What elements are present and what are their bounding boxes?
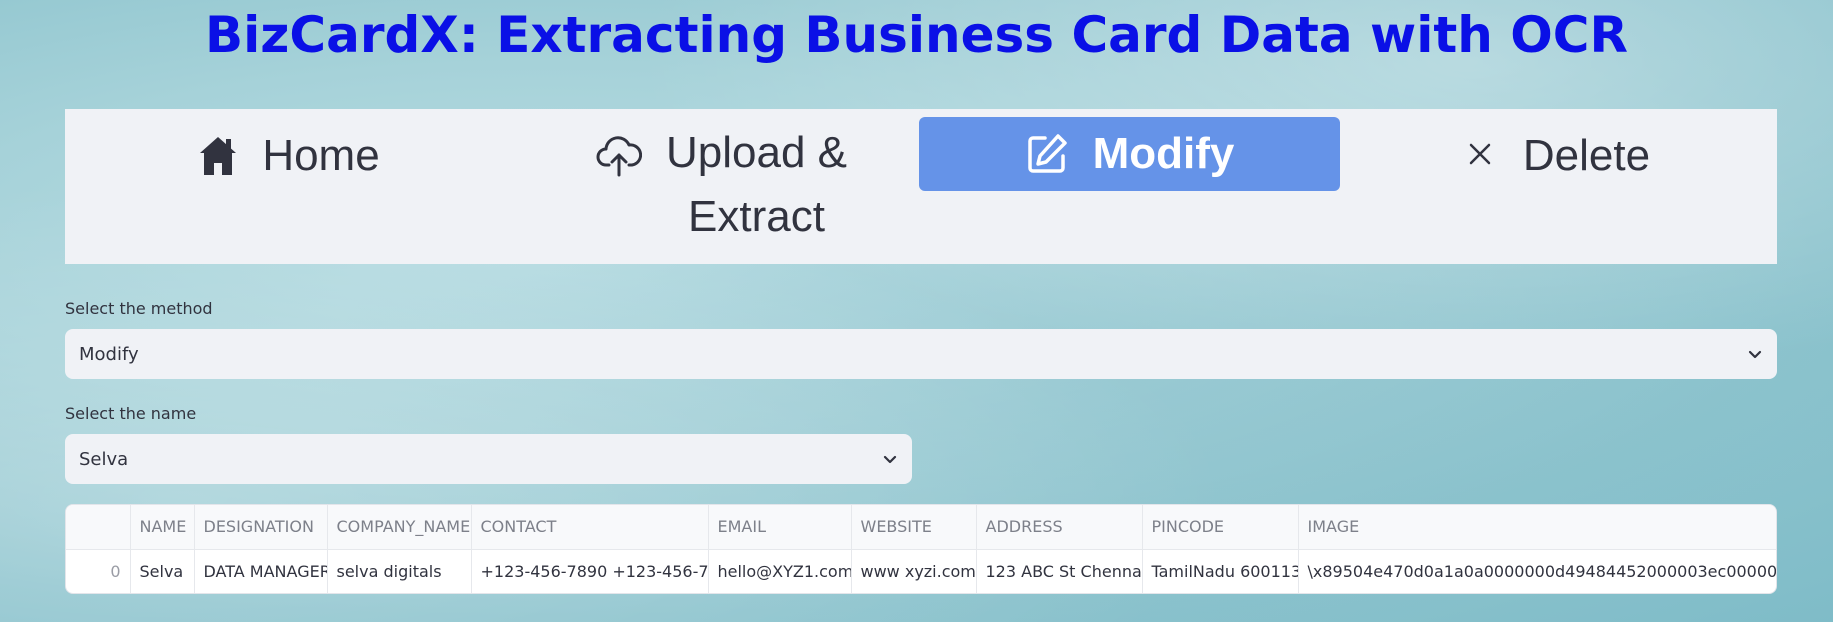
method-select[interactable]: Modify	[65, 329, 1777, 379]
nav-item-label-line2: Extract	[688, 192, 825, 241]
method-select-label: Select the method	[65, 299, 213, 318]
home-icon	[198, 135, 238, 177]
column-header-index[interactable]	[66, 505, 131, 550]
edit-icon	[1025, 132, 1069, 176]
cell-image[interactable]: \x89504e470d0a1a0a0000000d49484452000003…	[1298, 549, 1776, 593]
nav-item-home[interactable]: Home	[65, 131, 513, 211]
cell-address[interactable]: 123 ABC St Chennai	[976, 549, 1143, 593]
column-header-designation[interactable]: DESIGNATION	[194, 505, 328, 550]
nav-item-label: Home	[262, 131, 380, 180]
cell-name[interactable]: Selva	[130, 549, 195, 593]
column-header-email[interactable]: EMAIL	[708, 505, 852, 550]
nav-item-label: Delete	[1522, 131, 1651, 180]
nav-item-delete[interactable]: Delete	[1340, 131, 1777, 211]
cell-designation[interactable]: DATA MANAGER	[194, 549, 328, 593]
column-header-company-name[interactable]: COMPANY_NAME	[327, 505, 472, 550]
column-header-contact[interactable]: CONTACT	[471, 505, 709, 550]
table-header-row: NAME DESIGNATION COMPANY_NAME CONTACT EM…	[66, 505, 1776, 550]
nav-item-label-line1: Upload &	[665, 128, 847, 177]
nav-menu: Home Upload & Extract Modify Delete	[65, 109, 1777, 264]
nav-item-upload-extract[interactable]: Upload & Extract	[513, 128, 930, 251]
column-header-pincode[interactable]: PINCODE	[1142, 505, 1299, 550]
cell-company-name[interactable]: selva digitals	[327, 549, 472, 593]
column-header-name[interactable]: NAME	[130, 505, 195, 550]
cell-pincode[interactable]: TamilNadu 600113	[1142, 549, 1299, 593]
page-title: BizCardX: Extracting Business Card Data …	[205, 6, 1628, 64]
method-select-value: Modify	[79, 343, 139, 365]
name-select-value: Selva	[79, 448, 129, 470]
table-row: 0 Selva DATA MANAGER selva digitals +123…	[66, 549, 1776, 593]
chevron-down-icon	[1747, 346, 1763, 362]
cell-contact[interactable]: +123-456-7890 +123-456-7891	[471, 549, 709, 593]
data-table[interactable]: NAME DESIGNATION COMPANY_NAME CONTACT EM…	[65, 504, 1777, 594]
name-select-label: Select the name	[65, 404, 197, 423]
column-header-image[interactable]: IMAGE	[1298, 505, 1776, 550]
column-header-website[interactable]: WEBSITE	[851, 505, 977, 550]
nav-item-label: Upload & Extract	[666, 121, 847, 249]
nav-item-label: Modify	[1092, 129, 1235, 178]
cloud-upload-icon	[596, 135, 642, 177]
nav-item-modify[interactable]: Modify	[919, 117, 1340, 191]
close-icon	[1467, 141, 1493, 167]
name-select[interactable]: Selva	[65, 434, 912, 484]
cell-website[interactable]: www xyzi.com	[851, 549, 977, 593]
column-header-address[interactable]: ADDRESS	[976, 505, 1143, 550]
chevron-down-icon	[882, 451, 898, 467]
cell-index[interactable]: 0	[66, 549, 131, 593]
cell-email[interactable]: hello@XYZ1.com	[708, 549, 852, 593]
